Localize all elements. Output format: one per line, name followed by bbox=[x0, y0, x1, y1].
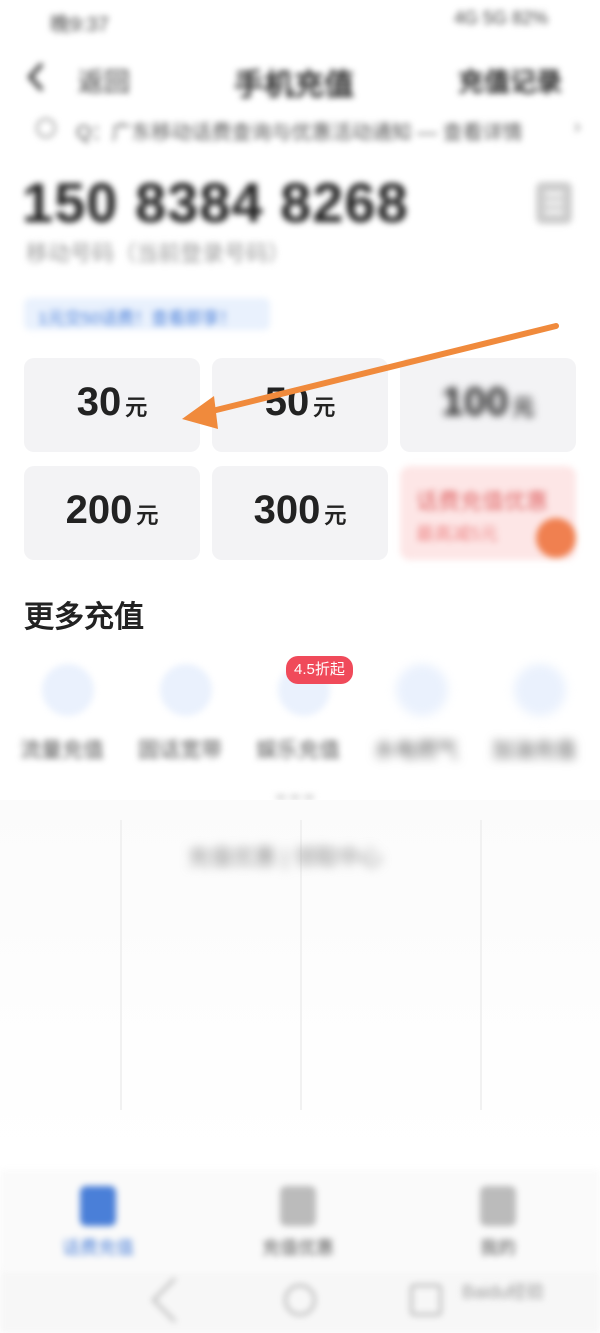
bottom-nav: 话费充值 充值优惠 我的 bbox=[0, 1170, 600, 1270]
chevron-left-icon[interactable] bbox=[22, 60, 50, 94]
router-icon bbox=[160, 664, 212, 716]
service-label: 加油充值 bbox=[492, 739, 576, 762]
service-label: 固话宽带 bbox=[138, 739, 222, 762]
coupon-icon bbox=[280, 1186, 316, 1226]
amount-unit: 元 bbox=[125, 395, 148, 420]
service-fuel[interactable]: 加油充值 bbox=[474, 664, 594, 774]
header: 返回 手机充值 充值记录 bbox=[0, 50, 600, 110]
amount-value: 30 bbox=[76, 380, 122, 424]
records-link[interactable]: 充值记录 bbox=[458, 62, 562, 99]
promo-tag-text: 1元交50话费！查看即享！ bbox=[38, 309, 237, 328]
pane-tabs[interactable]: 充值优惠 | 领取中心 bbox=[188, 840, 382, 872]
nav-label: 话费充值 bbox=[62, 1238, 134, 1258]
page-title: 手机充值 bbox=[234, 69, 354, 102]
nav-item-offers[interactable]: 充值优惠 bbox=[238, 1186, 358, 1260]
amount-tile-50[interactable]: 50 元 bbox=[212, 358, 388, 452]
service-utilities[interactable]: 水电燃气 bbox=[356, 664, 476, 774]
service-label: 娱乐充值 bbox=[256, 739, 340, 762]
amount-value: 100 bbox=[441, 380, 509, 424]
phone-number[interactable]: 150 8384 8268 bbox=[22, 170, 409, 235]
amount-unit: 元 bbox=[324, 503, 347, 528]
amount-tile-200[interactable]: 200 元 bbox=[24, 466, 200, 560]
service-data[interactable]: 流量充值 bbox=[2, 664, 122, 774]
service-broadband[interactable]: 固话宽带 bbox=[120, 664, 240, 774]
amount-unit: 元 bbox=[313, 395, 336, 420]
discount-badge: 4.5折起 bbox=[286, 656, 353, 684]
promo-tag[interactable]: 1元交50话费！查看即享！ bbox=[24, 298, 270, 330]
pane-divider bbox=[480, 820, 482, 1110]
service-label: 流量充值 bbox=[20, 739, 104, 762]
pane-divider bbox=[120, 820, 122, 1110]
special-offer-title: 话费充值优惠 bbox=[416, 489, 549, 514]
home-icon bbox=[80, 1186, 116, 1226]
amount-unit: 元 bbox=[512, 395, 535, 420]
more-recharge-title: 更多充值 bbox=[24, 601, 144, 634]
user-icon bbox=[480, 1186, 516, 1226]
nav-item-recharge[interactable]: 话费充值 bbox=[38, 1186, 158, 1260]
water-drop-icon bbox=[396, 664, 448, 716]
system-recents-icon[interactable] bbox=[410, 1284, 442, 1316]
info-icon bbox=[36, 118, 56, 138]
amount-tile-100[interactable]: 100 元 bbox=[400, 358, 576, 452]
special-offer-tile[interactable]: 话费充值优惠 最高减5元 bbox=[400, 466, 576, 560]
watermark: Baidu经验 bbox=[462, 1282, 545, 1302]
fuel-icon bbox=[514, 664, 566, 716]
amount-value: 200 bbox=[65, 488, 133, 532]
status-time: 晚9:37 bbox=[50, 14, 109, 36]
amount-value: 50 bbox=[264, 380, 310, 424]
status-bar: 晚9:37 4G 5G 82% bbox=[0, 0, 600, 40]
page-indicator bbox=[276, 786, 324, 799]
system-back-icon[interactable] bbox=[151, 1277, 197, 1323]
nav-item-me[interactable]: 我的 bbox=[438, 1186, 558, 1260]
contacts-icon[interactable] bbox=[536, 182, 572, 224]
amount-tile-300[interactable]: 300 元 bbox=[212, 466, 388, 560]
offer-badge-icon bbox=[536, 518, 576, 558]
data-card-icon bbox=[42, 664, 94, 716]
status-indicators: 4G 5G 82% bbox=[453, 8, 548, 28]
amount-value: 300 bbox=[253, 488, 321, 532]
special-offer-subtitle: 最高减5元 bbox=[416, 524, 499, 544]
phone-subtitle: 移动号码（当前登录号码） bbox=[26, 241, 291, 266]
system-home-icon[interactable] bbox=[284, 1284, 316, 1316]
service-label: 水电燃气 bbox=[374, 739, 458, 762]
nav-label: 充值优惠 bbox=[262, 1238, 334, 1258]
back-button[interactable]: 返回 bbox=[78, 62, 130, 99]
amount-unit: 元 bbox=[136, 503, 159, 528]
amount-tile-30[interactable]: 30 元 bbox=[24, 358, 200, 452]
notice-text: Q：广东移动话费查询与优惠活动通知 — 查看详情 bbox=[76, 122, 523, 144]
notice-bar[interactable]: Q：广东移动话费查询与优惠活动通知 — 查看详情 › bbox=[30, 112, 581, 148]
chevron-right-icon: › bbox=[574, 116, 581, 138]
nav-label: 我的 bbox=[480, 1238, 516, 1258]
